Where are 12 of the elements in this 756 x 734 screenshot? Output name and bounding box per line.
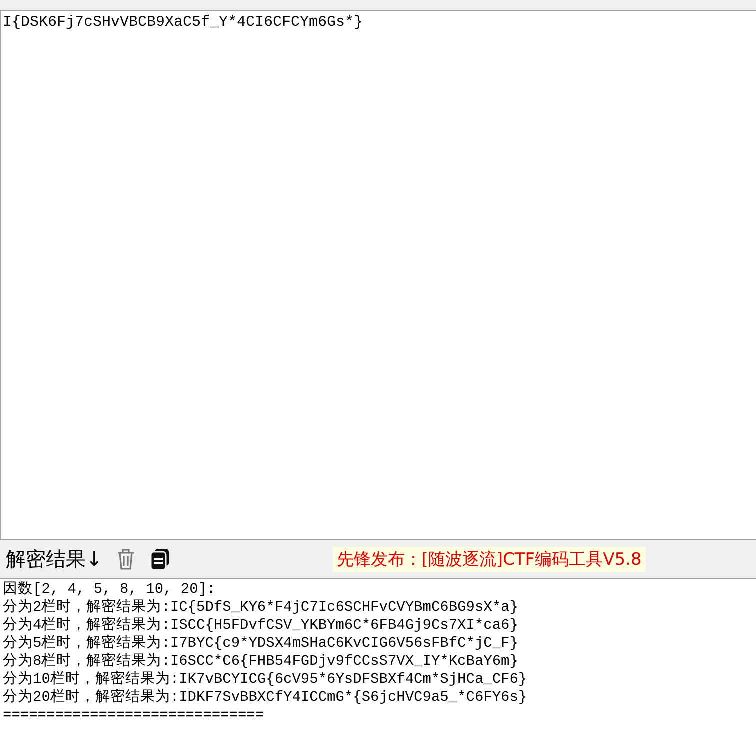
- result-line: 分为2栏时，解密结果为:IC{5DfS_KY6*F4jC7Ic6SCHFvCVYBmC6BG9sX*a}: [3, 599, 518, 616]
- result-line: 因数[2, 4, 5, 8, 10, 20]:: [3, 581, 216, 598]
- result-line: 分为4栏时，解密结果为:ISCC{H5FDvfCSV_YKBYm6C*6FB4Gj9Cs7XI*ca6}: [3, 617, 518, 634]
- result-line: ==============================: [3, 707, 264, 725]
- release-banner: 先锋发布：[随波逐流]CTF编码工具V5.8: [332, 546, 646, 572]
- result-line: 分为20栏时，解密结果为:IDKF7SvBBXCfY4ICCmG*{S6jcHVC9a5_*C6FY6s}: [3, 689, 528, 707]
- copy-icon[interactable]: [148, 547, 171, 571]
- cipher-input-field[interactable]: I{DSK6Fj7cSHvVBCB9XaC5f_Y*4CI6CFCYm6Gs*}: [0, 10, 756, 540]
- result-label: 解密结果↓: [6, 546, 103, 572]
- result-line: 分为8栏时，解密结果为:I6SCC*C6{FHB54FGDjv9fCCsS7VX_IY*KcBaY6m}: [3, 653, 518, 670]
- result-line: 分为10栏时，解密结果为:IK7vBCYICG{6cV95*6YsDFSBXf4Cm*SjHCa_CF6}: [3, 671, 528, 688]
- result-line: 分为5栏时，解密结果为:I7BYC{c9*YDSX4mSHaC6KvCIG6V56sFBfC*jC_F}: [3, 635, 518, 652]
